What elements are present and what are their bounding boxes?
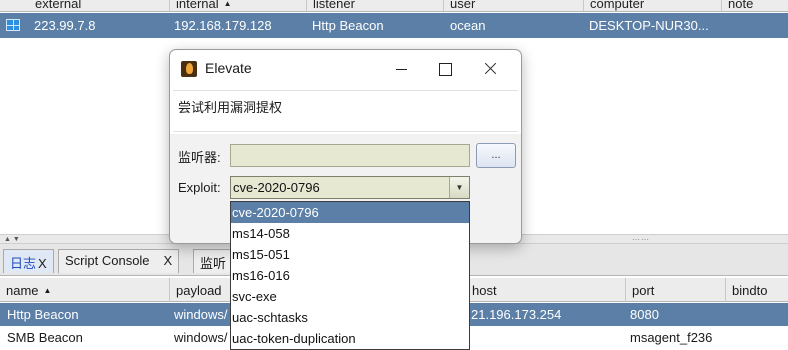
dialog-titlebar[interactable]: Elevate [170, 50, 521, 88]
close-icon[interactable] [470, 56, 510, 82]
column-header-host[interactable]: host [466, 278, 626, 302]
sessions-table-header: external internal ▲ listener user compute… [0, 0, 788, 12]
listener-payload: windows/ [174, 330, 228, 345]
exploit-option-cve-2020-0796[interactable]: cve-2020-0796 [231, 202, 469, 223]
column-header-name[interactable]: name ▲ [0, 278, 170, 302]
session-external: 223.99.7.8 [34, 18, 96, 33]
column-header-internal[interactable]: internal ▲ [170, 0, 307, 11]
exploit-option-ms14-058[interactable]: ms14-058 [231, 223, 469, 244]
listener-field[interactable] [230, 144, 470, 167]
column-header-external[interactable]: external [29, 0, 170, 11]
app-icon [181, 61, 197, 77]
exploit-select[interactable]: cve-2020-0796 ▼ [230, 176, 470, 199]
listener-host: 21.196.173.254 [471, 307, 562, 322]
exploit-option-svc-exe[interactable]: svc-exe [231, 286, 469, 307]
listener-port: msagent_f236 [630, 330, 713, 345]
exploit-option-uac-schtasks[interactable]: uac-schtasks [231, 307, 469, 328]
listener-payload: windows/ [174, 307, 228, 322]
browse-listener-button[interactable]: ... [476, 143, 516, 168]
windows-icon [6, 19, 20, 31]
exploit-option-ms15-051[interactable]: ms15-051 [231, 244, 469, 265]
exploit-option-uac-token-duplication[interactable]: uac-token-duplication [231, 328, 469, 349]
column-header-computer[interactable]: computer [584, 0, 722, 11]
session-computer: DESKTOP-NUR30... [589, 18, 709, 33]
exploit-selected-value: cve-2020-0796 [233, 180, 320, 195]
tab-script-console[interactable]: Script Console X [58, 249, 180, 273]
listener-label: 监听器: [178, 150, 221, 165]
dialog-description: 尝试利用漏洞提权 [178, 100, 283, 115]
listener-name: Http Beacon [7, 307, 79, 322]
description-panel: 尝试利用漏洞提权 [173, 90, 518, 132]
dialog-title: Elevate [205, 60, 252, 76]
session-internal: 192.168.179.128 [174, 18, 272, 33]
tab-close-icon[interactable]: X [164, 253, 173, 268]
session-user: ocean [450, 18, 486, 33]
drag-grip-icon: ⋯⋯ [632, 235, 650, 244]
tab-close-icon[interactable]: X [38, 256, 47, 271]
maximize-icon[interactable] [425, 56, 465, 82]
listener-name: SMB Beacon [7, 330, 83, 345]
exploit-option-ms16-016[interactable]: ms16-016 [231, 265, 469, 286]
exploit-label: Exploit: [178, 180, 221, 195]
sort-ascending-icon: ▲ [43, 286, 52, 295]
tab-listeners[interactable]: 监听 [193, 249, 234, 273]
tab-log[interactable]: 日志 X [3, 249, 54, 273]
session-row[interactable]: 223.99.7.8 192.168.179.128 Http Beacon o… [0, 13, 788, 38]
chevron-down-icon[interactable]: ▼ [449, 177, 469, 198]
sort-ascending-icon: ▲ [223, 0, 232, 8]
listener-port: 8080 [630, 307, 659, 322]
exploit-dropdown-list: cve-2020-0796 ms14-058 ms15-051 ms16-016… [230, 201, 470, 350]
column-header-bindto[interactable]: bindto [726, 278, 788, 302]
column-header-port[interactable]: port [626, 278, 726, 302]
collapse-arrows-icon[interactable]: ▲▼ [4, 235, 22, 244]
minimize-icon[interactable] [382, 56, 422, 82]
column-header-user[interactable]: user [444, 0, 584, 11]
column-header-note[interactable]: note [722, 0, 788, 11]
column-header-listener[interactable]: listener [307, 0, 444, 11]
session-listener: Http Beacon [312, 18, 384, 33]
